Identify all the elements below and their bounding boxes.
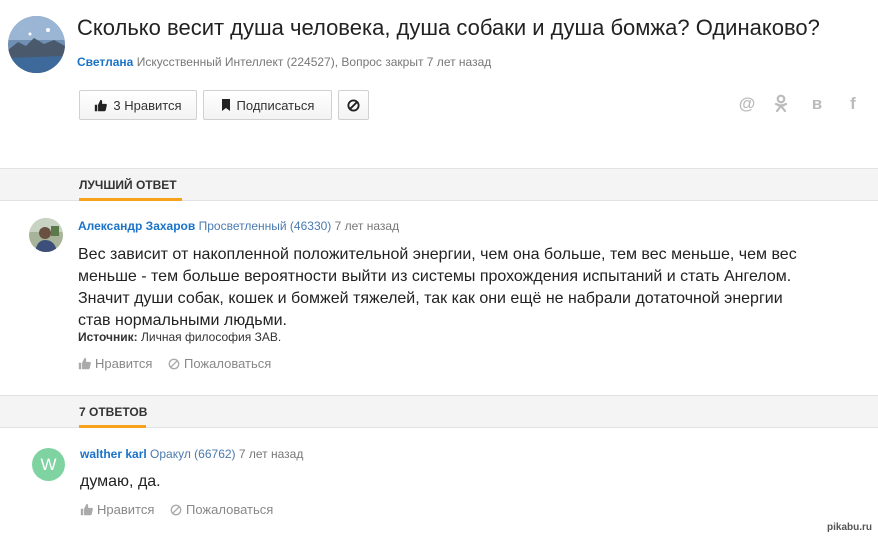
question-author-rank: Искусственный Интеллект (224527),: [136, 55, 339, 69]
question-meta: Светлана Искусственный Интеллект (224527…: [77, 55, 491, 69]
share-odnoklassniki-icon[interactable]: [771, 94, 791, 114]
question-author-link[interactable]: Светлана: [77, 55, 133, 69]
question-author-avatar[interactable]: [8, 16, 65, 73]
best-answer-report-label: Пожаловаться: [184, 356, 272, 371]
answer-like-button[interactable]: Нравится: [80, 502, 154, 517]
answer-meta: walther karl Оракул (66762) 7 лет назад: [80, 447, 303, 461]
answer-time: 7 лет назад: [238, 447, 304, 461]
best-answer-source-value: Личная философия ЗАВ.: [141, 330, 282, 344]
best-answer-author-rank: Просветленный (46330): [198, 219, 332, 233]
thumbs-up-icon: [80, 503, 93, 516]
subscribe-button[interactable]: Подписаться: [203, 90, 332, 120]
best-answer-section-header: ЛУЧШИЙ ОТВЕТ: [0, 168, 878, 201]
question-title: Сколько весит душа человека, душа собаки…: [77, 15, 820, 40]
answers-section-underline: [79, 425, 146, 428]
best-answer-section-label: ЛУЧШИЙ ОТВЕТ: [79, 178, 177, 192]
best-answer-like-label: Нравится: [95, 356, 153, 371]
answers-section-header: 7 ОТВЕТОВ: [0, 395, 878, 428]
best-answer-report-button[interactable]: Пожаловаться: [168, 356, 271, 371]
answer-like-label: Нравится: [97, 502, 155, 517]
best-answer-source: Источник: Личная философия ЗАВ.: [78, 330, 281, 344]
question-status: Вопрос закрыт 7 лет назад: [341, 55, 492, 69]
like-button[interactable]: 3 Нравится: [79, 90, 197, 120]
share-email-icon[interactable]: @: [737, 94, 757, 114]
like-button-label: 3 Нравится: [113, 97, 182, 113]
share-facebook-icon[interactable]: f: [843, 94, 863, 114]
share-vk-icon[interactable]: в: [807, 94, 827, 114]
best-answer-author-link[interactable]: Александр Захаров: [78, 219, 195, 233]
best-answer-source-label: Источник:: [78, 330, 138, 344]
block-button[interactable]: [338, 90, 369, 120]
answers-section-label: 7 ОТВЕТОВ: [79, 405, 148, 419]
best-answer-author-avatar[interactable]: [29, 218, 63, 252]
best-answer-section-underline: [79, 198, 182, 201]
best-answer-time: 7 лет назад: [334, 219, 400, 233]
block-icon: [347, 98, 360, 112]
subscribe-button-label: Подписаться: [236, 97, 315, 113]
answer-author-link[interactable]: walther karl: [80, 447, 147, 461]
best-answer-like-button[interactable]: Нравится: [78, 356, 152, 371]
watermark: pikabu.ru: [827, 522, 873, 533]
report-icon: [168, 358, 180, 369]
answer-author-rank: Оракул (66762): [150, 447, 236, 461]
answer-report-label: Пожаловаться: [186, 502, 274, 517]
answer-author-avatar[interactable]: W: [32, 448, 65, 481]
answer-text: думаю, да.: [80, 473, 161, 490]
best-answer-meta: Александр Захаров Просветленный (46330) …: [78, 219, 399, 233]
thumbs-up-icon: [95, 99, 108, 111]
best-answer-text: Вес зависит от накопленной положительной…: [78, 246, 797, 329]
thumbs-up-icon: [78, 357, 91, 370]
answer-report-button[interactable]: Пожаловаться: [170, 502, 273, 517]
report-icon: [170, 504, 182, 515]
bookmark-icon: [221, 99, 230, 111]
